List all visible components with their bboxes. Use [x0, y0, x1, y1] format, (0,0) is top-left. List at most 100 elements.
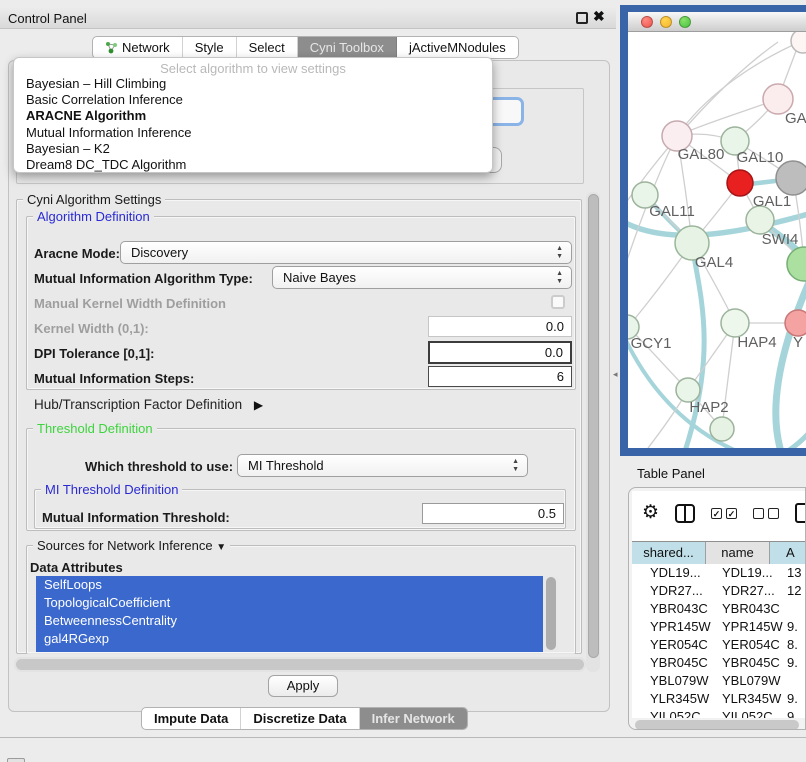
zoom-window-icon[interactable] [679, 16, 691, 28]
network-node-hap4[interactable] [721, 309, 749, 337]
algorithm-dropdown-popup: Select algorithm to view settings Bayesi… [13, 57, 493, 173]
table-toolbar: ⚙ ✓✓ [642, 503, 806, 523]
list-item[interactable]: BetweennessCentrality [36, 612, 558, 630]
algorithm-option[interactable]: Basic Correlation Inference [14, 92, 492, 108]
tab-impute-data[interactable]: Impute Data [142, 708, 241, 729]
control-panel-header: Control Panel ✖ [0, 8, 616, 29]
network-window-titlebar[interactable] [628, 12, 806, 32]
settings-hscrollbar-thumb[interactable] [16, 659, 584, 670]
minimize-window-icon[interactable] [660, 16, 672, 28]
which-threshold-select[interactable]: MI Threshold ▲▼ [237, 454, 528, 477]
restore-panel-button[interactable] [7, 758, 25, 762]
node-label: GAL [785, 110, 806, 127]
float-panel-icon[interactable] [576, 12, 588, 24]
table-body[interactable]: YDL19...YDL19...13 YDR27...YDR27...12 YB… [632, 564, 806, 718]
mi-steps-field[interactable]: 6 [428, 366, 572, 387]
control-panel-title: Control Panel [8, 11, 87, 26]
split-columns-icon[interactable] [675, 504, 695, 523]
close-window-icon[interactable] [641, 16, 653, 28]
algorithm-definition-title: Algorithm Definition [33, 209, 154, 224]
kernel-width-label: Kernel Width (0,1): [34, 321, 149, 336]
node-label: GAL1 [753, 193, 791, 210]
network-node[interactable] [776, 161, 806, 195]
column-header-partial[interactable]: A [770, 542, 806, 564]
mi-steps-label: Mutual Information Steps: [34, 371, 194, 386]
list-item[interactable]: TopologicalCoefficient [36, 594, 558, 612]
tab-network-label: Network [122, 37, 170, 59]
node-label: GAL80 [678, 146, 725, 163]
tab-network[interactable]: Network [93, 37, 183, 58]
bottom-tabbar: Impute Data Discretize Data Infer Networ… [141, 707, 468, 730]
unchecked-columns-icon[interactable] [753, 508, 779, 519]
close-panel-icon[interactable]: ✖ [593, 8, 605, 25]
table-header-row: shared... name A [632, 541, 806, 563]
sources-title[interactable]: Sources for Network Inference ▼ [33, 538, 230, 553]
algorithm-option[interactable]: Mutual Information Inference [14, 125, 492, 141]
control-panel-tabbar: Network Style Select Cyni Toolbox jActiv… [92, 36, 519, 59]
algorithm-option[interactable]: Bayesian – K2 [14, 141, 492, 157]
table-panel: ⚙ ✓✓ shared... name A YDL19...YDL19...13… [628, 487, 806, 730]
network-node-gal1[interactable] [727, 170, 753, 196]
node-label: GAL10 [737, 149, 784, 166]
mi-threshold-label: Mutual Information Threshold: [42, 510, 230, 525]
mi-threshold-title: MI Threshold Definition [41, 482, 182, 497]
tab-select[interactable]: Select [237, 37, 298, 58]
expand-right-icon: ▶ [254, 398, 263, 412]
node-label: GAL11 [649, 203, 695, 220]
tab-infer-network[interactable]: Infer Network [360, 708, 467, 729]
algorithm-option[interactable]: Bayesian – Hill Climbing [14, 76, 492, 92]
manual-kernel-width-label: Manual Kernel Width Definition [34, 296, 226, 311]
list-item[interactable]: gal4RGexp [36, 630, 558, 648]
tab-style[interactable]: Style [183, 37, 237, 58]
tab-cyni-toolbox[interactable]: Cyni Toolbox [298, 37, 397, 58]
tab-jactivemnodules[interactable]: jActiveMNodules [397, 37, 518, 58]
aracne-mode-select[interactable]: Discovery ▲▼ [120, 241, 572, 264]
which-threshold-label: Which threshold to use: [85, 459, 233, 474]
kernel-width-field[interactable]: 0.0 [428, 316, 572, 337]
stepper-arrows-icon: ▲▼ [556, 270, 563, 286]
table-hscrollbar-thumb[interactable] [635, 720, 799, 730]
bottom-divider [0, 737, 806, 738]
network-node[interactable] [785, 310, 806, 336]
checked-columns-icon[interactable]: ✓✓ [711, 508, 737, 519]
hub-definition-toggle[interactable]: Hub/Transcription Factor Definition ▶ [34, 397, 263, 412]
network-node[interactable] [710, 417, 734, 441]
stepper-arrows-icon: ▲▼ [512, 458, 519, 474]
splitter-grip-icon[interactable]: ◂ [613, 369, 618, 380]
column-header-shared[interactable]: shared... [632, 542, 706, 564]
data-attributes-label: Data Attributes [30, 560, 123, 575]
mi-algorithm-type-select[interactable]: Naive Bayes ▲▼ [272, 266, 572, 289]
table-panel-inner: ⚙ ✓✓ shared... name A YDL19...YDL19...13… [632, 491, 806, 718]
gear-icon[interactable]: ⚙ [642, 503, 659, 523]
algorithm-placeholder: Select algorithm to view settings [14, 61, 492, 76]
application-window: Control Panel ✖ Network Style Select Cyn… [0, 0, 806, 762]
threshold-definition-title: Threshold Definition [33, 421, 157, 436]
algorithm-option[interactable]: Dream8 DC_TDC Algorithm [14, 157, 492, 173]
dpi-tolerance-field[interactable]: 0.0 [428, 341, 572, 364]
tab-discretize-data[interactable]: Discretize Data [241, 708, 359, 729]
node-label: GAL4 [695, 254, 733, 271]
mi-threshold-field[interactable]: 0.5 [422, 503, 564, 524]
node-label: HAP2 [689, 399, 728, 416]
table-panel-title: Table Panel [637, 466, 705, 481]
algorithm-option-selected[interactable]: ARACNE Algorithm [14, 108, 492, 124]
node-label: Y [793, 334, 803, 351]
stepper-arrows-icon: ▲▼ [556, 245, 563, 261]
page-icon[interactable] [795, 503, 806, 523]
list-scrollbar-thumb[interactable] [546, 577, 556, 650]
network-node[interactable] [791, 32, 806, 53]
collapse-down-icon: ▼ [216, 542, 226, 553]
network-node[interactable] [787, 247, 806, 281]
apply-button[interactable]: Apply [268, 675, 338, 697]
network-graph: GAL GAL80 GAL10 GAL1 GAL11 SWI4 GAL4 GCY… [628, 32, 806, 448]
list-item[interactable]: SelfLoops [36, 576, 558, 594]
node-label: GCY1 [631, 335, 672, 352]
data-attributes-list[interactable]: SelfLoops TopologicalCoefficient Between… [36, 576, 558, 652]
network-node-swi4[interactable] [746, 206, 774, 234]
settings-vscrollbar-thumb[interactable] [588, 194, 599, 658]
dpi-tolerance-label: DPI Tolerance [0,1]: [34, 346, 154, 361]
network-canvas[interactable]: GAL GAL80 GAL10 GAL1 GAL11 SWI4 GAL4 GCY… [628, 32, 806, 448]
column-header-name[interactable]: name [706, 542, 770, 564]
node-label: HAP4 [737, 334, 776, 351]
manual-kernel-width-checkbox[interactable] [551, 295, 565, 309]
